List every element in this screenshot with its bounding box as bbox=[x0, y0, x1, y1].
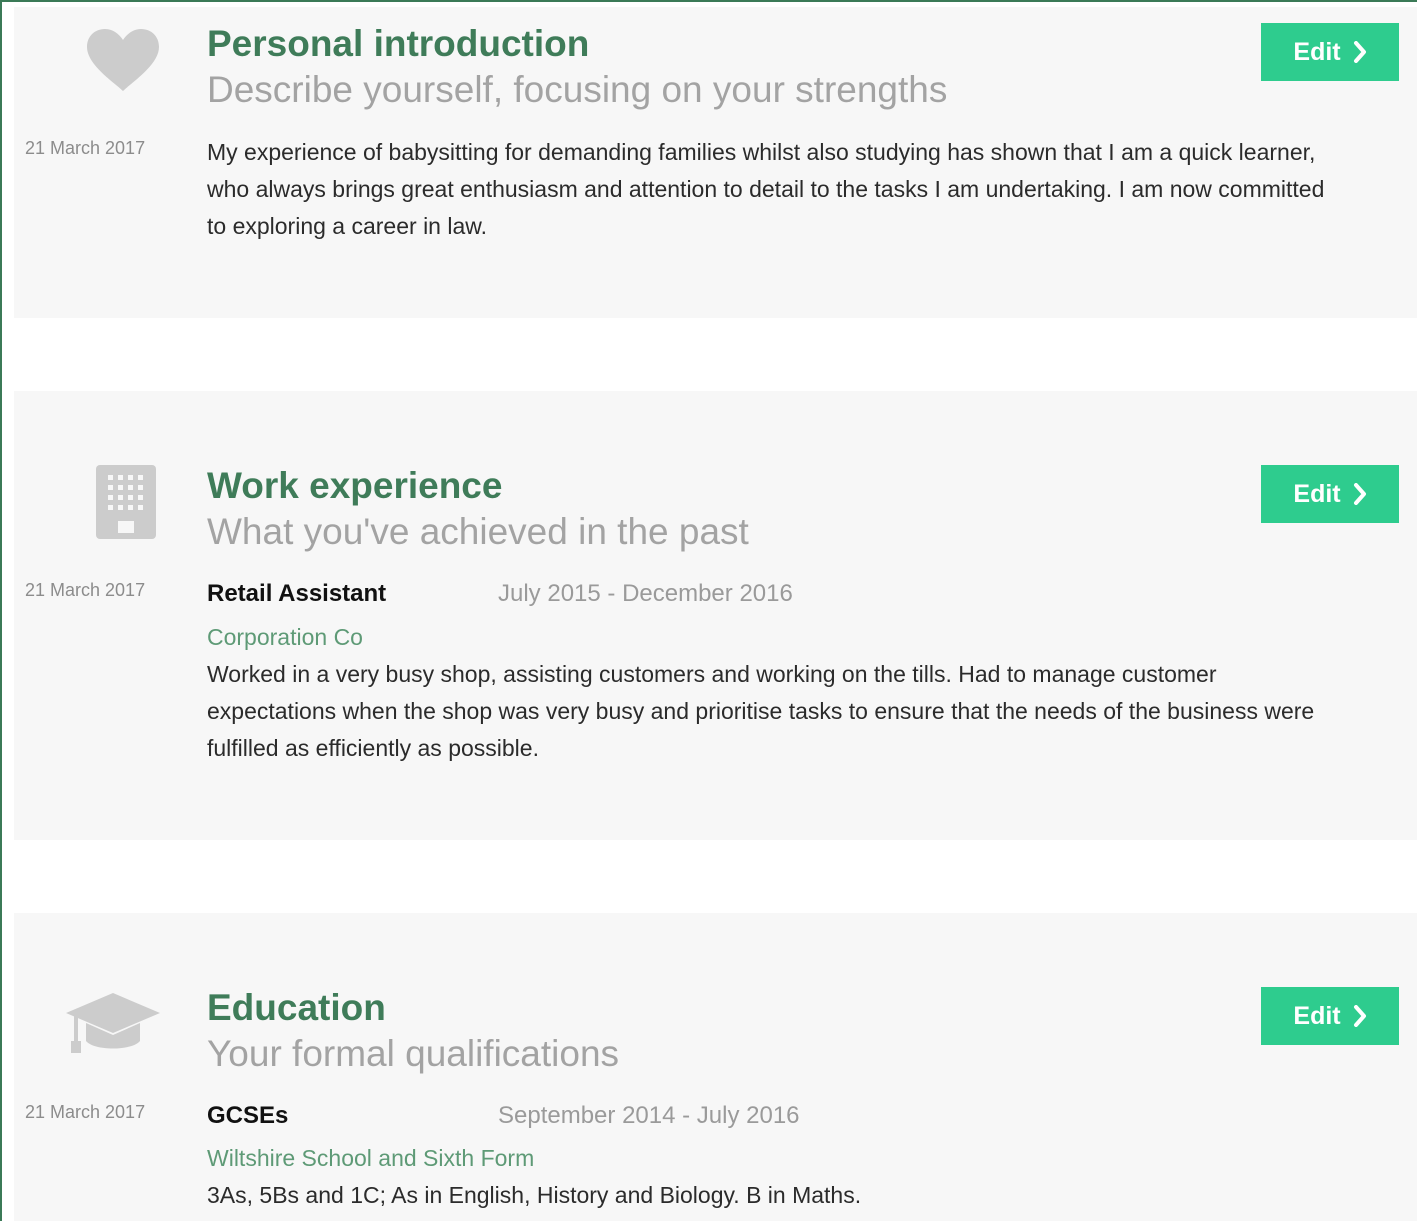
edit-button[interactable]: Edit bbox=[1261, 23, 1399, 81]
intro-text: My experience of babysitting for demandi… bbox=[207, 139, 1325, 239]
entry-date: 21 March 2017 bbox=[25, 138, 146, 158]
qualification-title: GCSEs bbox=[207, 1102, 289, 1129]
section-title: Personal introduction bbox=[207, 23, 590, 64]
chevron-right-icon bbox=[1353, 41, 1366, 63]
qualification-period: September 2014 - July 2016 bbox=[498, 1102, 800, 1129]
qualification-details: 3As, 5Bs and 1C; As in English, History … bbox=[207, 1182, 862, 1208]
edit-button-label: Edit bbox=[1293, 37, 1341, 66]
graduation-cap-icon bbox=[66, 993, 160, 1053]
building-icon bbox=[96, 465, 156, 539]
school-name: Wiltshire School and Sixth Form bbox=[207, 1145, 535, 1171]
edit-button[interactable]: Edit bbox=[1261, 465, 1399, 523]
entry-date: 21 March 2017 bbox=[25, 580, 146, 600]
edit-button-label: Edit bbox=[1293, 1001, 1341, 1030]
edit-button[interactable]: Edit bbox=[1261, 987, 1399, 1045]
section-subtitle: Describe yourself, focusing on your stre… bbox=[207, 69, 948, 110]
job-period: July 2015 - December 2016 bbox=[498, 580, 793, 607]
section-title: Education bbox=[207, 987, 386, 1028]
education-section: Education Your formal qualifications 21 … bbox=[14, 913, 1417, 1221]
chevron-right-icon bbox=[1353, 1005, 1366, 1027]
section-title: Work experience bbox=[207, 465, 503, 506]
entry-date: 21 March 2017 bbox=[25, 1102, 146, 1122]
employer-name: Corporation Co bbox=[207, 624, 363, 650]
section-subtitle: Your formal qualifications bbox=[207, 1033, 620, 1074]
section-subtitle: What you've achieved in the past bbox=[207, 511, 749, 552]
edit-button-label: Edit bbox=[1293, 479, 1341, 508]
chevron-right-icon bbox=[1353, 483, 1366, 505]
job-title: Retail Assistant bbox=[207, 580, 387, 607]
personal-introduction-section: Personal introduction Describe yourself,… bbox=[14, 7, 1417, 318]
job-description: Worked in a very busy shop, assisting cu… bbox=[207, 661, 1315, 761]
heart-icon bbox=[87, 29, 159, 91]
work-experience-section: Work experience What you've achieved in … bbox=[14, 391, 1417, 840]
